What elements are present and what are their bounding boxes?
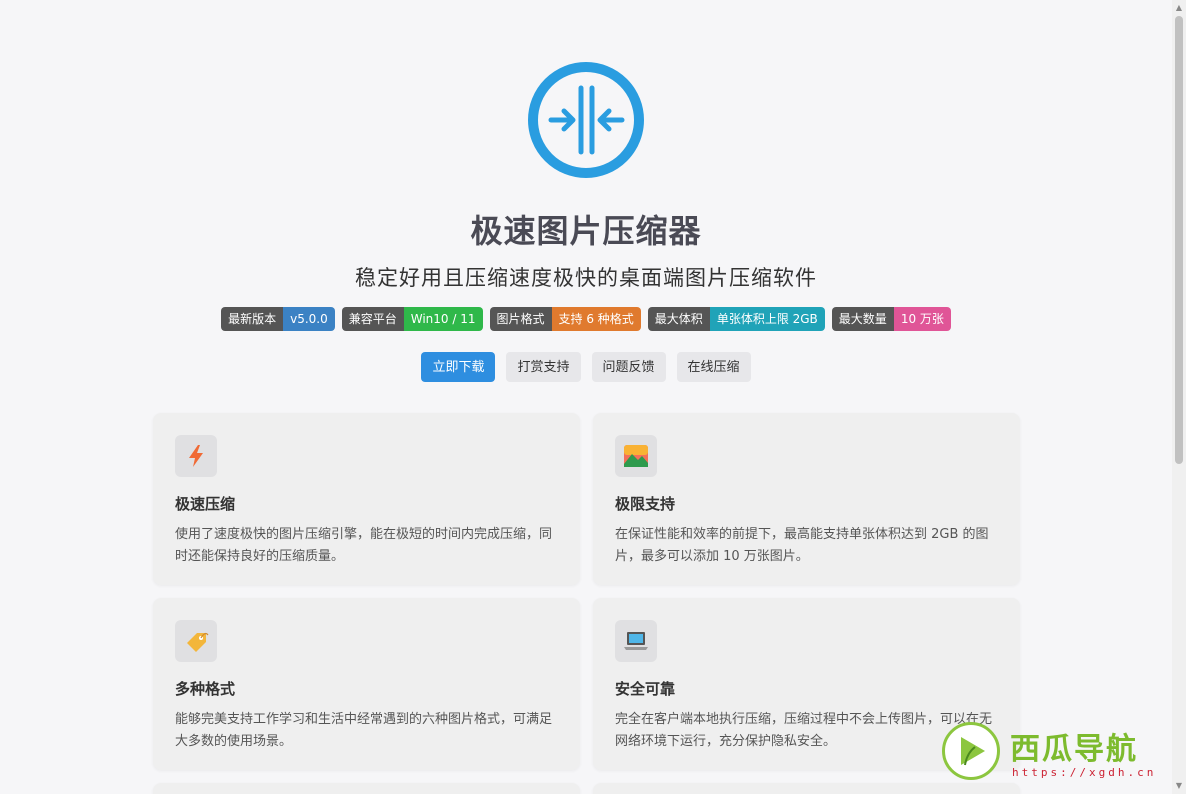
badge-max-count: 最大数量 10 万张 <box>831 307 951 331</box>
watermark-name: 西瓜导航 <box>1010 732 1138 767</box>
badge-key: 最大体积 <box>647 307 710 331</box>
feature-card: 极限支持 在保证性能和效率的前提下，最高能支持单张体积达到 2GB 的图片，最多… <box>593 413 1020 585</box>
badge-value: 支持 6 种格式 <box>551 307 641 331</box>
feature-card <box>153 783 580 794</box>
watermark-logo <box>942 722 1000 780</box>
donate-button[interactable]: 打赏支持 <box>506 352 581 382</box>
page: 极速图片压缩器 稳定好用且压缩速度极快的桌面端图片压缩软件 最新版本 v5.0.… <box>0 0 1172 794</box>
watermark: 西瓜导航 https://xgdh.cn <box>940 720 1170 786</box>
badge-formats: 图片格式 支持 6 种格式 <box>489 307 641 331</box>
badge-row: 最新版本 v5.0.0 兼容平台 Win10 / 11 图片格式 支持 6 种格… <box>0 307 1172 331</box>
scroll-thumb[interactable] <box>1175 16 1183 464</box>
feature-desc: 在保证性能和效率的前提下，最高能支持单张体积达到 2GB 的图片，最多可以添加 … <box>615 527 989 564</box>
feature-title: 极速压缩 <box>175 495 236 513</box>
scroll-down-icon[interactable]: ▼ <box>1175 782 1183 790</box>
watermark-url: https://xgdh.cn <box>1012 766 1157 779</box>
feature-grid: 极速压缩 使用了速度极快的图片压缩引擎，能在极短的时间内完成压缩，同时还能保持良… <box>153 413 1020 794</box>
vertical-scrollbar[interactable]: ▲ ▼ <box>1172 0 1186 794</box>
feature-card: 多种格式 能够完美支持工作学习和生活中经常遇到的六种图片格式，可满足大多数的使用… <box>153 598 580 770</box>
feature-desc: 使用了速度极快的图片压缩引擎，能在极短的时间内完成压缩，同时还能保持良好的压缩质… <box>175 527 553 564</box>
lightning-icon <box>175 435 217 477</box>
scroll-up-icon[interactable]: ▲ <box>1175 4 1183 12</box>
badge-value: 10 万张 <box>893 307 951 331</box>
badge-key: 最新版本 <box>221 307 284 331</box>
feature-title: 多种格式 <box>175 680 236 698</box>
app-logo <box>528 62 644 178</box>
badge-max-size: 最大体积 单张体积上限 2GB <box>647 307 825 331</box>
feature-desc: 能够完美支持工作学习和生活中经常遇到的六种图片格式，可满足大多数的使用场景。 <box>175 712 553 749</box>
badge-value: 单张体积上限 2GB <box>709 307 825 331</box>
badge-version: 最新版本 v5.0.0 <box>221 307 335 331</box>
feature-card: 极速压缩 使用了速度极快的图片压缩引擎，能在极短的时间内完成压缩，同时还能保持良… <box>153 413 580 585</box>
badge-platform: 兼容平台 Win10 / 11 <box>341 307 483 331</box>
feature-title: 极限支持 <box>615 495 676 513</box>
picture-icon <box>615 435 657 477</box>
badge-key: 最大数量 <box>831 307 894 331</box>
download-button[interactable]: 立即下载 <box>421 352 496 382</box>
laptop-icon <box>615 620 657 662</box>
feature-title: 安全可靠 <box>615 680 676 698</box>
feedback-button[interactable]: 问题反馈 <box>591 352 666 382</box>
badge-value: Win10 / 11 <box>403 307 483 331</box>
badge-key: 图片格式 <box>489 307 552 331</box>
page-subtitle: 稳定好用且压缩速度极快的桌面端图片压缩软件 <box>355 266 817 290</box>
badge-value: v5.0.0 <box>283 307 335 331</box>
tag-icon <box>175 620 217 662</box>
online-compress-button[interactable]: 在线压缩 <box>676 352 751 382</box>
action-buttons: 立即下载 打赏支持 问题反馈 在线压缩 <box>0 352 1172 382</box>
page-title: 极速图片压缩器 <box>470 212 702 250</box>
badge-key: 兼容平台 <box>341 307 404 331</box>
